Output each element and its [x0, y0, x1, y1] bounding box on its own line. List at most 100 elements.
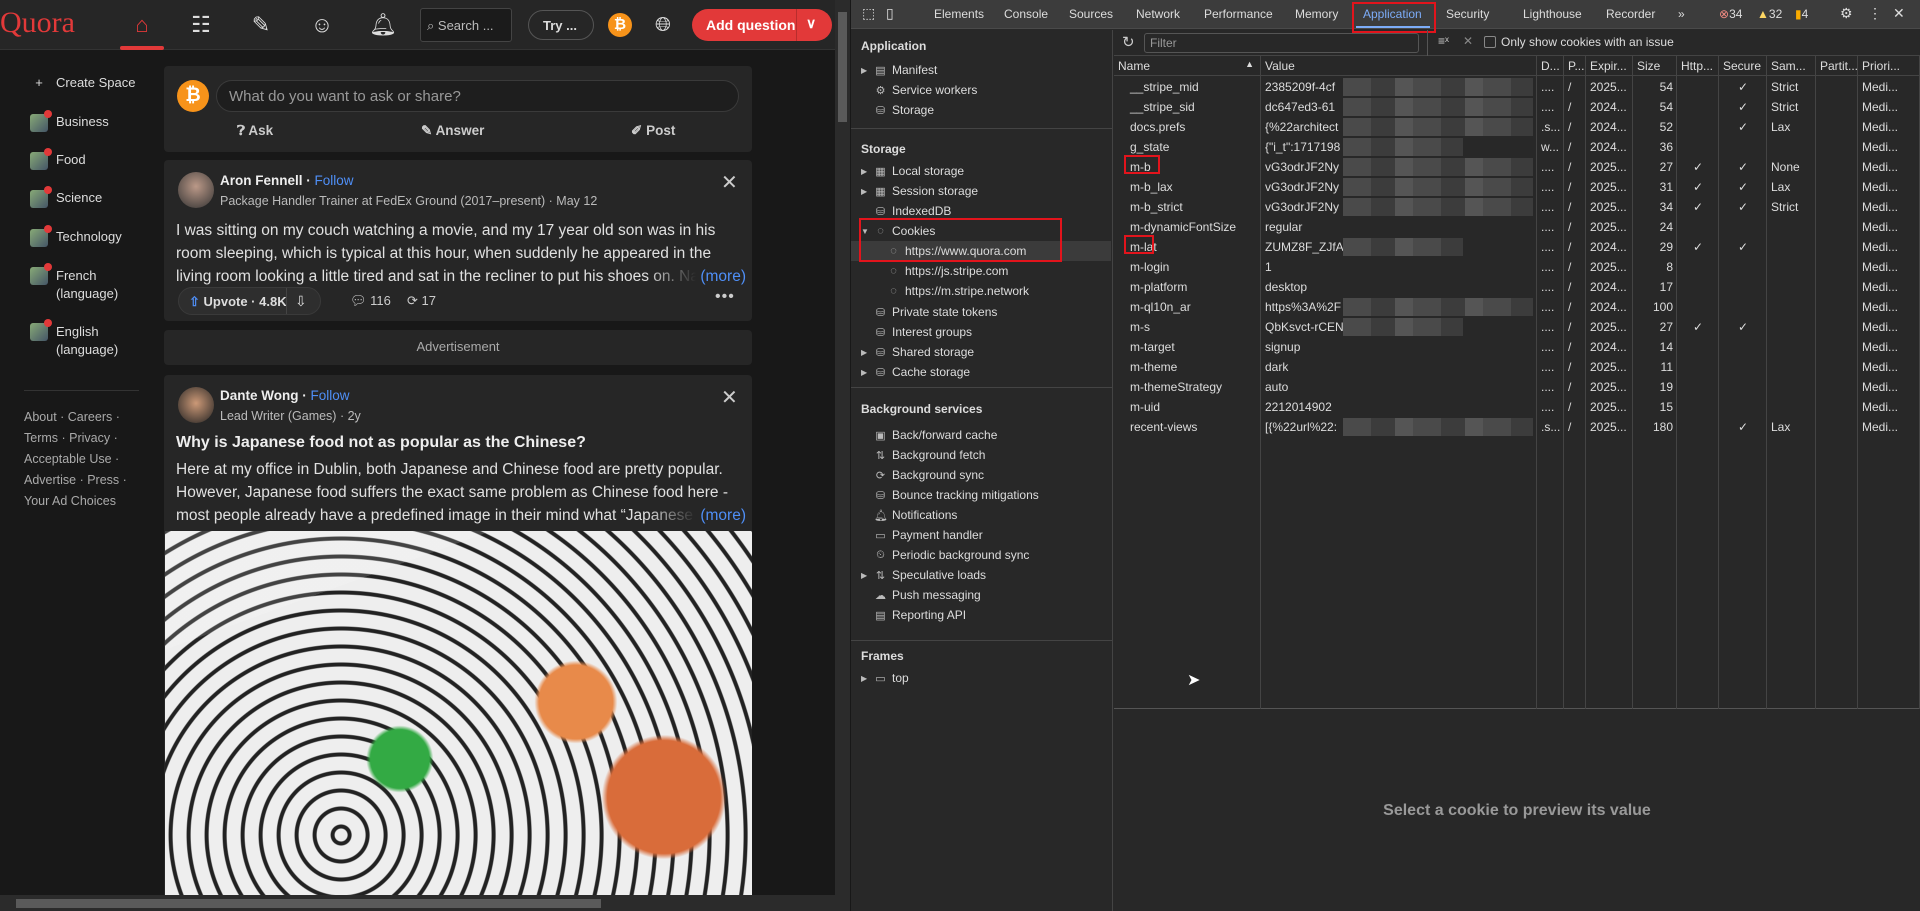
tab-recorder[interactable]: Recorder	[1606, 7, 1655, 21]
sidebar-item-french[interactable]: French (language)	[30, 263, 140, 303]
author-name[interactable]: Aron Fennell · Follow	[220, 173, 354, 188]
cookie-row[interactable]: m-login 1.... / 2025... 8 Medi...	[1114, 257, 1920, 277]
horizontal-scrollbar[interactable]	[0, 895, 850, 911]
cookie-row[interactable]: __stripe_mid 2385209f-4cf..../2025... 54 ✓ S…	[1114, 77, 1920, 97]
close-icon[interactable]: ✕	[721, 385, 738, 410]
column-header[interactable]: D...	[1537, 56, 1564, 76]
sidebar-item-bg-service[interactable]: 🔔︎ Notifications	[874, 505, 957, 525]
more-tabs-icon[interactable]: »	[1678, 7, 1685, 21]
cookie-row[interactable]: m-platform desktop.... / 2024... 17 Medi...	[1114, 277, 1920, 297]
home-icon[interactable]: ⌂	[125, 10, 159, 40]
author-avatar[interactable]	[178, 172, 214, 208]
post-image-sushi[interactable]	[165, 531, 752, 911]
user-avatar[interactable]: ₿	[177, 80, 209, 112]
column-header[interactable]: Value	[1261, 56, 1537, 76]
cookie-origin-m-stripe[interactable]: ◌ https://m.stripe.network	[887, 281, 1029, 301]
notifications-icon[interactable]: 🔔︎	[366, 10, 400, 40]
close-devtools-icon[interactable]: ✕	[1893, 5, 1905, 22]
refresh-icon[interactable]: ↻	[1122, 33, 1135, 51]
downvote-icon[interactable]: ⇩	[295, 293, 307, 310]
ask-input[interactable]: What do you want to ask or share?	[216, 80, 739, 112]
column-header[interactable]: Sam...	[1767, 56, 1816, 76]
inspect-element-icon[interactable]: ⬚	[862, 5, 875, 22]
cookie-row[interactable]: m-b vG3odrJF2Ny..../2025... 27 ✓ ✓ None Medi..…	[1114, 155, 1920, 177]
add-question-button[interactable]: Add question ∨	[692, 9, 832, 41]
sidebar-item-cache-storage[interactable]: ▶ ⛁ Cache storage	[861, 362, 970, 382]
sidebar-item-bg-service[interactable]: ▣ Back/forward cache	[874, 425, 997, 445]
device-toolbar-icon[interactable]: ▯	[886, 5, 894, 22]
cookie-row[interactable]: m-uid 2212014902.... / 2025... 15 Medi...	[1114, 397, 1920, 417]
sidebar-item-business[interactable]: Business	[30, 110, 109, 132]
kebab-menu-icon[interactable]: ⋮	[1868, 5, 1882, 22]
close-icon[interactable]: ✕	[721, 170, 738, 195]
cookie-row[interactable]: docs.prefs {%22architect .s.../2024... 52 ✓ L…	[1114, 117, 1920, 137]
filter-input[interactable]: Filter	[1144, 33, 1419, 53]
more-link[interactable]: (more)	[646, 265, 746, 288]
search-input[interactable]: ⌕ Search ...	[420, 8, 512, 42]
tab-network[interactable]: Network	[1136, 7, 1180, 21]
tab-elements[interactable]: Elements	[934, 7, 984, 21]
sidebar-item-bg-service[interactable]: ▶ ⇅ Speculative loads	[861, 565, 986, 585]
tab-console[interactable]: Console	[1004, 7, 1048, 21]
bitcoin-avatar-icon[interactable]: ₿	[608, 13, 632, 37]
spaces-icon[interactable]: ☺	[305, 10, 339, 40]
sidebar-item-local-storage[interactable]: ▶ ▦ Local storage	[861, 161, 964, 181]
tab-lighthouse[interactable]: Lighthouse	[1523, 7, 1582, 21]
answer-button[interactable]: ✎ Answer	[421, 123, 484, 139]
author-name[interactable]: Dante Wong · Follow	[220, 388, 350, 403]
author-avatar[interactable]	[178, 387, 214, 423]
sidebar-item-private-state-tokens[interactable]: ⛁ Private state tokens	[874, 302, 998, 322]
chevron-down-icon[interactable]: ∨	[806, 15, 816, 32]
answer-icon[interactable]: ✎	[244, 10, 278, 40]
follow-button[interactable]: Follow	[315, 173, 354, 188]
sidebar-item-food[interactable]: Food	[30, 148, 86, 170]
column-header[interactable]: Http...	[1677, 56, 1719, 76]
cookie-row[interactable]: m-dynamicFontSize regular.... / 2025... 24 Me…	[1114, 217, 1920, 237]
sidebar-item-science[interactable]: Science	[30, 186, 102, 208]
clear-all-icon[interactable]: ≡ˣ	[1438, 34, 1449, 48]
ask-button[interactable]: ❓︎ Ask	[237, 123, 273, 139]
cookie-row[interactable]: m-themeStrategy auto.... / 2025... 19 Medi...	[1114, 377, 1920, 397]
tab-performance[interactable]: Performance	[1204, 7, 1273, 21]
only-issues-checkbox[interactable]	[1484, 36, 1496, 48]
sidebar-item-english[interactable]: English (language)	[30, 319, 140, 359]
post-button[interactable]: ✐ Post	[631, 123, 675, 139]
settings-gear-icon[interactable]: ⚙	[1840, 5, 1853, 22]
sidebar-item-bg-service[interactable]: ☁ Push messaging	[874, 585, 981, 605]
column-header[interactable]: P...	[1564, 56, 1586, 76]
cookie-row[interactable]: __stripe_sid dc647ed3-61..../2024... 54 ✓ St…	[1114, 97, 1920, 117]
comments-button[interactable]: 💬︎ 116	[350, 293, 391, 309]
upvote-button[interactable]: ⇧ Upvote · 4.8K	[189, 294, 287, 310]
frame-top[interactable]: ▶ ▭ top	[861, 668, 909, 688]
column-header[interactable]: Expir...	[1586, 56, 1633, 76]
delete-selected-icon[interactable]: ✕	[1463, 34, 1473, 48]
sidebar-item-session-storage[interactable]: ▶ ▦ Session storage	[861, 181, 978, 201]
sidebar-item-bg-service[interactable]: ▤ Reporting API	[874, 605, 966, 625]
sidebar-item-technology[interactable]: Technology	[30, 225, 122, 247]
tab-security[interactable]: Security	[1446, 7, 1489, 21]
sidebar-item-bg-service[interactable]: ⇅ Background fetch	[874, 445, 986, 465]
errors-badge[interactable]: ⊗34	[1719, 7, 1742, 21]
try-button[interactable]: Try ...	[528, 10, 594, 40]
quora-logo[interactable]: Quora	[0, 6, 75, 40]
tab-sources[interactable]: Sources	[1069, 7, 1113, 21]
column-header[interactable]: Priori...	[1858, 56, 1920, 76]
share-button[interactable]: ⟳ 17	[407, 293, 436, 309]
create-space-button[interactable]: + Create Space	[30, 75, 135, 90]
question-title[interactable]: Why is Japanese food not as popular as t…	[176, 434, 586, 452]
tab-memory[interactable]: Memory	[1295, 7, 1338, 21]
sidebar-item-storage[interactable]: ⛁ Storage	[874, 100, 934, 120]
sidebar-item-bg-service[interactable]: ⛁ Bounce tracking mitigations	[874, 485, 1039, 505]
sidebar-item-service-workers[interactable]: ⚙ Service workers	[874, 80, 978, 100]
column-header[interactable]: Size	[1633, 56, 1677, 76]
follow-button[interactable]: Follow	[311, 388, 350, 403]
warnings-badge[interactable]: ▲32	[1757, 7, 1782, 21]
column-header[interactable]: Name ▲	[1114, 56, 1261, 76]
cookie-row[interactable]: m-s QbKsvct-rCEN..../2025... 27 ✓ ✓ Medi...	[1114, 317, 1920, 337]
vertical-scrollbar[interactable]	[835, 0, 850, 895]
cookie-row[interactable]: m-ql10n_ar https%3A%2F..../2024... 100 Medi…	[1114, 297, 1920, 317]
column-header[interactable]: Partit...	[1816, 56, 1858, 76]
sidebar-item-shared-storage[interactable]: ▶ ⛁ Shared storage	[861, 342, 974, 362]
sidebar-item-interest-groups[interactable]: ⛁ Interest groups	[874, 322, 972, 342]
sidebar-item-manifest[interactable]: ▶ ▤ Manifest	[861, 60, 937, 80]
